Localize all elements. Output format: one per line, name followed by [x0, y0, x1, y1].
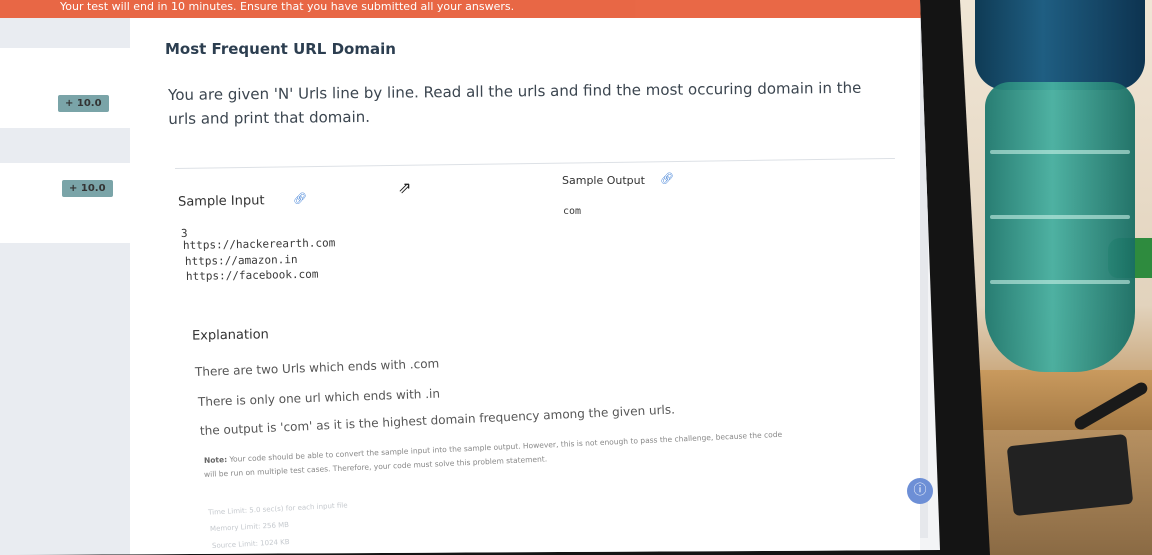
explanation-title: Explanation: [191, 327, 269, 344]
time-limit: Time Limit: 5.0 sec(s) for each input fi…: [207, 501, 348, 517]
score-badge: + 10.0: [62, 180, 113, 197]
sample-input-line: https://hackerearth.com: [182, 236, 336, 252]
problem-panel: Most Frequent URL Domain You are given '…: [130, 18, 920, 555]
note-label: Note:: [203, 454, 228, 465]
timer-banner: Your test will end in 10 minutes. Ensure…: [0, 0, 940, 18]
problem-title: Most Frequent URL Domain: [165, 40, 396, 58]
explanation-line: the output is 'com' as it is the highest…: [199, 402, 676, 438]
link-icon[interactable]: 🔗︎: [293, 192, 307, 205]
bottle-ridge: [990, 280, 1130, 284]
score-badge: + 10.0: [58, 95, 109, 112]
water-bottle-cap: [975, 0, 1145, 90]
sample-output-label: Sample Output: [562, 174, 645, 187]
power-adapter: [1006, 433, 1134, 517]
question-list-sidebar: + 10.0 + 10.0: [0, 18, 130, 555]
sample-output-value: com: [563, 206, 582, 217]
bottle-ridge: [990, 150, 1130, 154]
mouse-cursor-icon: ⇗: [398, 178, 412, 197]
question-card[interactable]: + 10.0: [0, 163, 130, 243]
source-limit: Source Limit: 1024 KB: [211, 537, 290, 551]
question-card[interactable]: + 10.0: [0, 48, 130, 128]
link-icon[interactable]: 🔗︎: [660, 172, 674, 185]
water-bottle: [985, 82, 1135, 372]
bottle-ridge: [990, 215, 1130, 219]
monitor-screen: Your test will end in 10 minutes. Ensure…: [0, 0, 940, 555]
explanation-line: There is only one url which ends with .i…: [197, 386, 441, 409]
sample-input-line: https://facebook.com: [185, 267, 319, 283]
problem-description: You are given 'N' Urls line by line. Rea…: [168, 78, 862, 128]
sample-input-label: Sample Input: [177, 193, 265, 210]
explanation-line: There are two Urls which ends with .com: [194, 356, 440, 379]
memory-limit: Memory Limit: 256 MB: [209, 520, 290, 534]
section-divider: [174, 157, 895, 169]
help-icon[interactable]: ⓘ: [907, 478, 933, 504]
